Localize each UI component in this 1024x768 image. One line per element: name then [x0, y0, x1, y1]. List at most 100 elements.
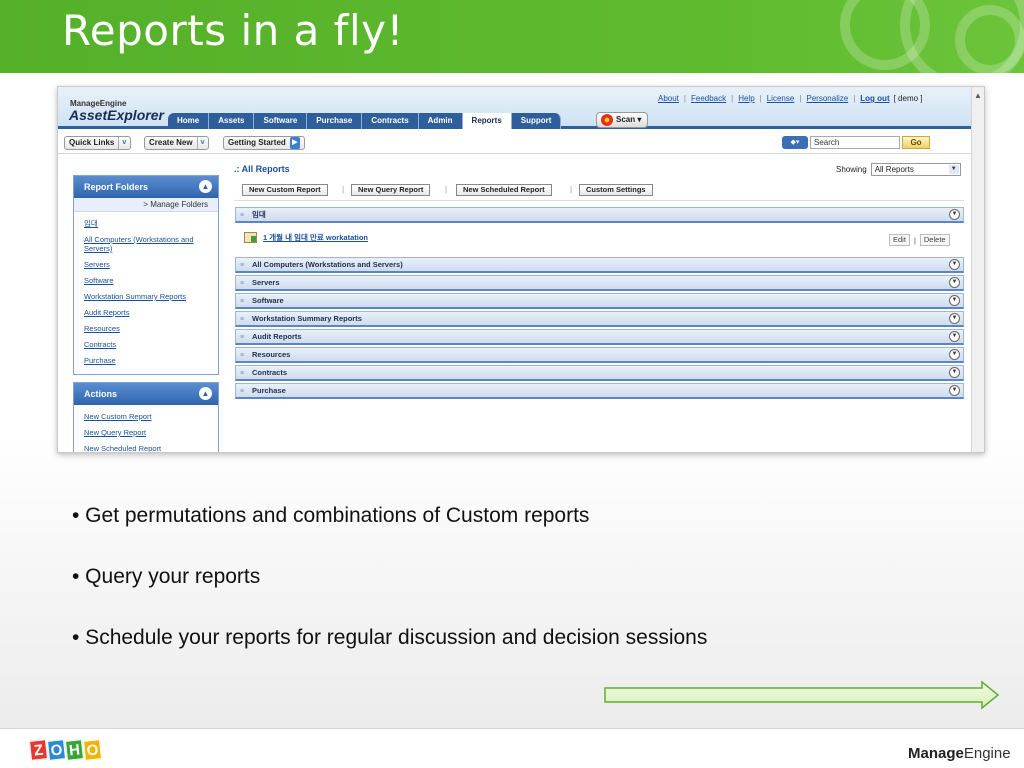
- about-link[interactable]: About: [658, 94, 679, 103]
- folder-row[interactable]: ≡ Workstation Summary Reports ▼: [235, 311, 964, 327]
- expand-icon[interactable]: ▼: [949, 259, 960, 270]
- decorative-ring: [955, 5, 1024, 73]
- feedback-link[interactable]: Feedback: [691, 94, 726, 103]
- drag-handle-icon: ≡: [240, 298, 245, 305]
- tab-admin[interactable]: Admin: [418, 113, 463, 129]
- zoho-letter: Z: [29, 739, 48, 761]
- expand-icon[interactable]: ▼: [949, 295, 960, 306]
- separator: |: [445, 185, 448, 194]
- manage-folders-link[interactable]: > Manage Folders: [74, 198, 218, 212]
- folder-row-label: Servers: [252, 278, 280, 287]
- create-new-button[interactable]: Create New v: [144, 136, 210, 150]
- folder-row[interactable]: ≡ Audit Reports ▼: [235, 329, 964, 345]
- showing-value: All Reports: [874, 165, 914, 174]
- separator: |: [342, 185, 345, 194]
- folder-row[interactable]: ≡ Purchase ▼: [235, 383, 964, 399]
- create-new-label: Create New: [149, 138, 193, 147]
- edit-button[interactable]: Edit: [889, 234, 910, 246]
- tab-purchase[interactable]: Purchase: [307, 113, 363, 129]
- help-link[interactable]: Help: [738, 94, 754, 103]
- folder-row-label: All Computers (Workstations and Servers): [252, 260, 403, 269]
- scroll-up-icon[interactable]: ▲: [974, 91, 982, 100]
- new-custom-report-button[interactable]: New Custom Report: [242, 184, 328, 196]
- folder-row[interactable]: ≡ 임대 ▼: [235, 207, 964, 223]
- expand-icon[interactable]: ▼: [949, 209, 960, 220]
- top-links: About | Feedback | Help | License | Personal…: [658, 94, 923, 103]
- getting-started-label: Getting Started: [228, 138, 286, 147]
- sidebar-folder-link[interactable]: All Computers (Workstations and Servers): [74, 235, 218, 253]
- scan-button[interactable]: Scan ▾: [596, 112, 649, 128]
- search-scope-select[interactable]: ◆▾: [782, 136, 808, 149]
- sidebar-folder-link[interactable]: Servers: [74, 260, 218, 269]
- tab-support[interactable]: Support: [511, 113, 562, 129]
- expand-icon[interactable]: ▼: [949, 367, 960, 378]
- go-button[interactable]: Go: [902, 136, 930, 149]
- slide-header: Reports in a fly!: [0, 0, 1024, 73]
- sidebar-folder-link[interactable]: Purchase: [74, 356, 218, 365]
- slide-footer: [0, 728, 1024, 768]
- expand-icon[interactable]: ▼: [949, 277, 960, 288]
- play-arrow-icon: ▶: [289, 137, 300, 149]
- folder-row[interactable]: ≡ Servers ▼: [235, 275, 964, 291]
- new-query-report-button[interactable]: New Query Report: [351, 184, 431, 196]
- main-nav: Home Assets Software Purchase Contracts …: [168, 113, 562, 129]
- sidebar-folder-link[interactable]: Audit Reports: [74, 308, 218, 317]
- collapse-icon[interactable]: ▲: [199, 387, 212, 400]
- quick-links-button[interactable]: Quick Links v: [64, 136, 132, 150]
- slide-title: Reports in a fly!: [62, 6, 404, 55]
- tab-assets[interactable]: Assets: [209, 113, 255, 129]
- collapse-icon[interactable]: ▲: [199, 180, 212, 193]
- tab-home[interactable]: Home: [168, 113, 210, 129]
- drag-handle-icon: ≡: [240, 316, 245, 323]
- report-item[interactable]: 1 개월 내 임대 만료 workatation: [244, 232, 368, 243]
- delete-button[interactable]: Delete: [919, 234, 950, 246]
- separator: |: [913, 235, 916, 245]
- new-scheduled-report-button[interactable]: New Scheduled Report: [456, 184, 552, 196]
- drag-handle-icon: ≡: [240, 334, 245, 341]
- sidebar-folder-link[interactable]: Contracts: [74, 340, 218, 349]
- custom-settings-button[interactable]: Custom Settings: [579, 184, 653, 196]
- logo-engine: Engine: [963, 745, 1011, 762]
- scrollbar[interactable]: ▲: [971, 87, 984, 452]
- action-new-custom-report[interactable]: New Custom Report: [74, 412, 218, 421]
- drag-handle-icon: ≡: [240, 212, 245, 219]
- getting-started-button[interactable]: Getting Started ▶: [223, 136, 305, 150]
- report-action-bar: New Custom Report | New Query Report | N…: [234, 179, 964, 201]
- personalize-link[interactable]: Personalize: [806, 94, 848, 103]
- tab-reports[interactable]: Reports: [462, 113, 512, 129]
- next-arrow-icon: [604, 680, 1004, 710]
- actions-header: Actions ▲: [74, 383, 218, 405]
- tab-contracts[interactable]: Contracts: [362, 113, 419, 129]
- folder-row[interactable]: ≡ Resources ▼: [235, 347, 964, 363]
- logout-link[interactable]: Log out: [860, 94, 889, 103]
- expand-icon[interactable]: ▼: [949, 385, 960, 396]
- folder-row[interactable]: ≡ Contracts ▼: [235, 365, 964, 381]
- folder-row[interactable]: ≡ All Computers (Workstations and Servers…: [235, 257, 964, 273]
- folder-row[interactable]: ≡ Software ▼: [235, 293, 964, 309]
- search-area: ◆▾ Search Go: [782, 136, 930, 149]
- search-input[interactable]: Search: [810, 136, 900, 149]
- sidebar-folder-link[interactable]: Software: [74, 276, 218, 285]
- expand-icon[interactable]: ▼: [949, 331, 960, 342]
- report-folders-header: Report Folders ▲: [74, 176, 218, 198]
- license-link[interactable]: License: [767, 94, 795, 103]
- breadcrumb: .: All Reports: [234, 164, 290, 174]
- zoho-letter: H: [65, 739, 84, 761]
- drag-handle-icon: ≡: [240, 370, 245, 377]
- folder-row-label: Software: [252, 296, 284, 305]
- sidebar-folder-link[interactable]: Resources: [74, 324, 218, 333]
- user-label: [ demo ]: [893, 94, 923, 103]
- scan-label: Scan ▾: [616, 115, 642, 124]
- action-new-query-report[interactable]: New Query Report: [74, 428, 218, 437]
- toolbar: Quick Links v Create New v Getting Start…: [58, 132, 971, 154]
- folder-row-label: Contracts: [252, 368, 288, 377]
- tab-software[interactable]: Software: [254, 113, 308, 129]
- action-new-scheduled-report[interactable]: New Scheduled Report: [74, 444, 218, 452]
- showing-select[interactable]: All Reports ▼: [870, 163, 961, 176]
- expand-icon[interactable]: ▼: [949, 313, 960, 324]
- separator: |: [570, 185, 573, 194]
- bullet-schedule-reports: • Schedule your reports for regular disc…: [72, 626, 708, 649]
- expand-icon[interactable]: ▼: [949, 349, 960, 360]
- sidebar-folder-link[interactable]: 임대: [74, 219, 218, 228]
- sidebar-folder-link[interactable]: Workstation Summary Reports: [74, 292, 218, 301]
